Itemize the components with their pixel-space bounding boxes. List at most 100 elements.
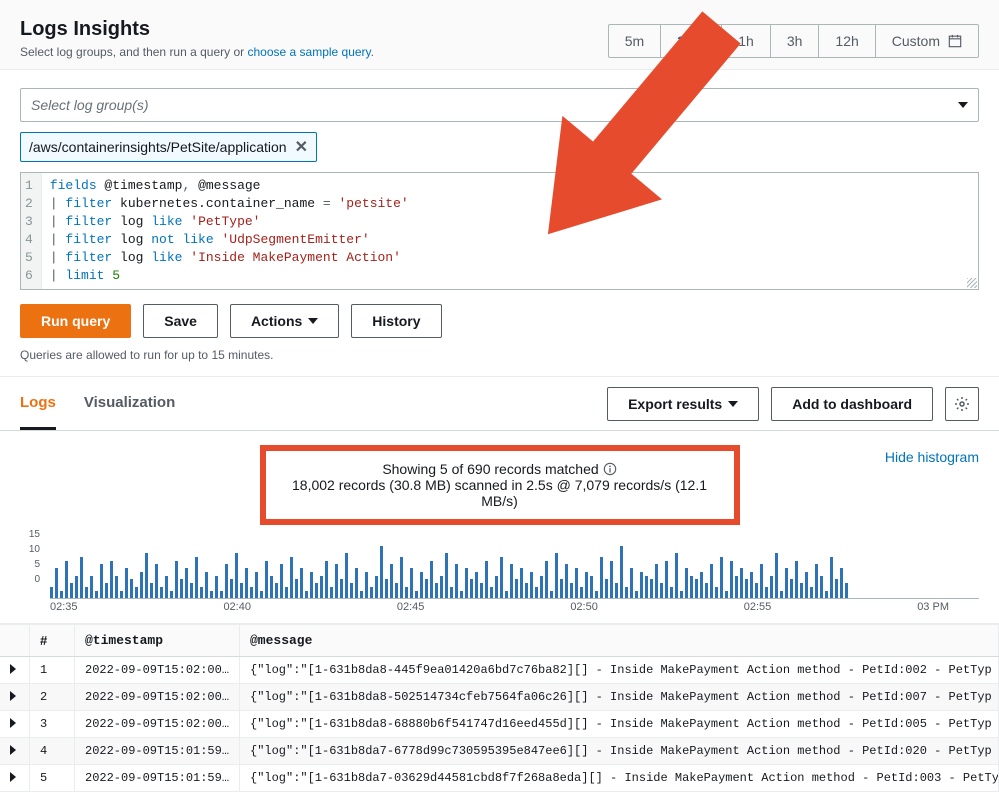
- histogram-bar[interactable]: [840, 568, 843, 598]
- histogram-bar[interactable]: [130, 579, 133, 598]
- histogram-bar[interactable]: [205, 572, 208, 598]
- histogram-bar[interactable]: [325, 561, 328, 598]
- histogram-bar[interactable]: [365, 572, 368, 598]
- histogram-bar[interactable]: [765, 587, 768, 598]
- histogram-bar[interactable]: [195, 557, 198, 598]
- histogram-bar[interactable]: [150, 583, 153, 598]
- histogram-bar[interactable]: [280, 564, 283, 598]
- histogram-bar[interactable]: [290, 557, 293, 598]
- histogram-bar[interactable]: [395, 583, 398, 598]
- query-editor[interactable]: 1 2 3 4 5 6 fields @timestamp, @message|…: [20, 172, 979, 290]
- actions-button[interactable]: Actions: [230, 304, 339, 338]
- expand-icon[interactable]: [10, 691, 16, 701]
- histogram-bar[interactable]: [785, 568, 788, 598]
- histogram-bar[interactable]: [245, 568, 248, 598]
- histogram-bar[interactable]: [825, 591, 828, 598]
- histogram-bar[interactable]: [295, 579, 298, 598]
- histogram-bar[interactable]: [625, 587, 628, 598]
- histogram-bar[interactable]: [315, 583, 318, 598]
- history-button[interactable]: History: [351, 304, 441, 338]
- histogram-bar[interactable]: [250, 587, 253, 598]
- histogram-bar[interactable]: [440, 576, 443, 598]
- histogram-bar[interactable]: [655, 564, 658, 598]
- histogram-bar[interactable]: [210, 591, 213, 598]
- histogram-bar[interactable]: [530, 572, 533, 598]
- histogram-bar[interactable]: [115, 576, 118, 598]
- histogram-bar[interactable]: [675, 553, 678, 598]
- histogram-bar[interactable]: [630, 568, 633, 598]
- histogram-bar[interactable]: [160, 587, 163, 598]
- histogram-bar[interactable]: [475, 572, 478, 598]
- histogram-bar[interactable]: [75, 576, 78, 598]
- histogram-bar[interactable]: [360, 591, 363, 598]
- histogram-bar[interactable]: [300, 568, 303, 598]
- time-30m[interactable]: 30m: [661, 25, 722, 57]
- add-to-dashboard-button[interactable]: Add to dashboard: [771, 387, 933, 421]
- settings-button[interactable]: [945, 387, 979, 421]
- histogram-bar[interactable]: [155, 564, 158, 598]
- histogram-bar[interactable]: [570, 583, 573, 598]
- histogram-bar[interactable]: [135, 587, 138, 598]
- histogram-bar[interactable]: [545, 561, 548, 598]
- histogram-bar[interactable]: [690, 576, 693, 598]
- histogram-bar[interactable]: [540, 576, 543, 598]
- histogram-bar[interactable]: [795, 561, 798, 598]
- histogram-bar[interactable]: [390, 564, 393, 598]
- histogram-bar[interactable]: [610, 561, 613, 598]
- histogram-bar[interactable]: [335, 564, 338, 598]
- histogram-bar[interactable]: [615, 583, 618, 598]
- histogram-bar[interactable]: [100, 564, 103, 598]
- histogram-bar[interactable]: [190, 583, 193, 598]
- histogram-bar[interactable]: [565, 564, 568, 598]
- histogram-bar[interactable]: [805, 572, 808, 598]
- histogram-bar[interactable]: [710, 564, 713, 598]
- histogram-bar[interactable]: [620, 546, 623, 598]
- time-12h[interactable]: 12h: [819, 25, 875, 57]
- export-results-button[interactable]: Export results: [607, 387, 759, 421]
- histogram-bar[interactable]: [670, 587, 673, 598]
- histogram-bar[interactable]: [225, 564, 228, 598]
- histogram-bar[interactable]: [180, 579, 183, 598]
- histogram-bar[interactable]: [375, 576, 378, 598]
- histogram-bar[interactable]: [105, 583, 108, 598]
- editor-resize-handle[interactable]: [967, 278, 977, 288]
- histogram-bar[interactable]: [515, 579, 518, 598]
- histogram-bar[interactable]: [755, 583, 758, 598]
- histogram-bar[interactable]: [230, 579, 233, 598]
- histogram-bar[interactable]: [255, 572, 258, 598]
- histogram-bar[interactable]: [495, 576, 498, 598]
- save-button[interactable]: Save: [143, 304, 218, 338]
- tab-visualization[interactable]: Visualization: [84, 378, 175, 430]
- histogram-bar[interactable]: [220, 591, 223, 598]
- histogram-bar[interactable]: [520, 568, 523, 598]
- histogram-bar[interactable]: [465, 568, 468, 598]
- histogram-bar[interactable]: [200, 587, 203, 598]
- expand-icon[interactable]: [10, 718, 16, 728]
- select-log-groups-dropdown[interactable]: Select log group(s): [20, 88, 979, 122]
- histogram-bar[interactable]: [595, 591, 598, 598]
- table-row[interactable]: 12022-09-09T15:02:00…{"log":"[1-631b8da8…: [0, 657, 999, 684]
- histogram-bar[interactable]: [185, 568, 188, 598]
- histogram-bar[interactable]: [555, 553, 558, 598]
- time-3h[interactable]: 3h: [771, 25, 820, 57]
- histogram-bar[interactable]: [830, 557, 833, 598]
- histogram-bar[interactable]: [780, 591, 783, 598]
- histogram-bar[interactable]: [760, 564, 763, 598]
- histogram-bar[interactable]: [425, 579, 428, 598]
- histogram-bar[interactable]: [470, 579, 473, 598]
- histogram-bar[interactable]: [455, 564, 458, 598]
- histogram-bar[interactable]: [310, 572, 313, 598]
- histogram-bar[interactable]: [435, 583, 438, 598]
- histogram-bar[interactable]: [235, 553, 238, 598]
- histogram-bar[interactable]: [700, 572, 703, 598]
- histogram-bar[interactable]: [285, 587, 288, 598]
- histogram-bar[interactable]: [725, 591, 728, 598]
- histogram-bar[interactable]: [480, 583, 483, 598]
- histogram-bar[interactable]: [400, 557, 403, 598]
- histogram-bar[interactable]: [340, 579, 343, 598]
- histogram-bar[interactable]: [580, 587, 583, 598]
- histogram-bar[interactable]: [815, 564, 818, 598]
- histogram-bar[interactable]: [730, 561, 733, 598]
- histogram-bar[interactable]: [445, 553, 448, 598]
- table-row[interactable]: 22022-09-09T15:02:00…{"log":"[1-631b8da8…: [0, 684, 999, 711]
